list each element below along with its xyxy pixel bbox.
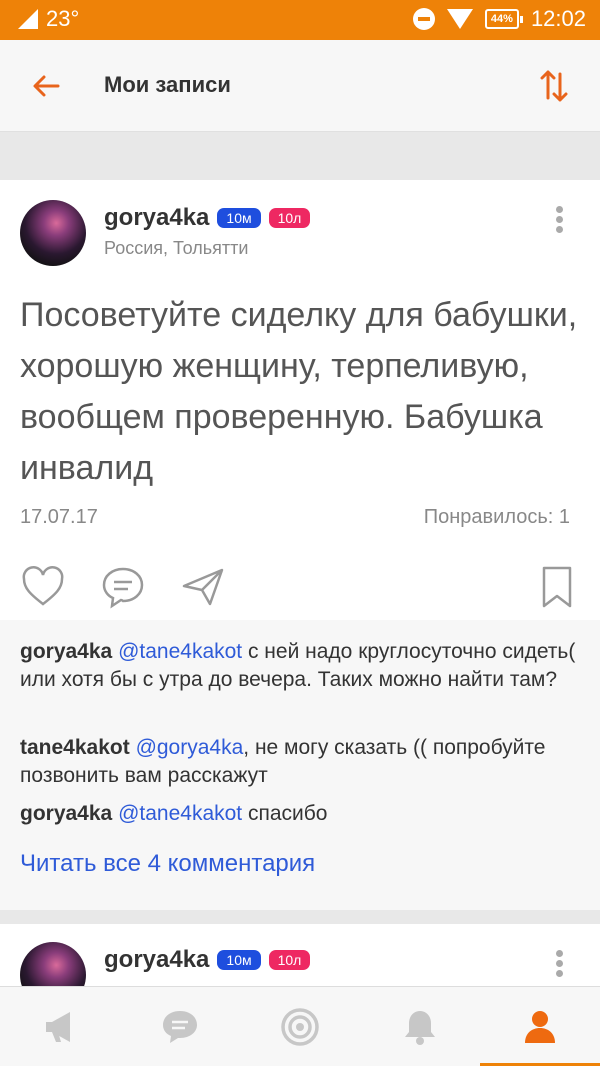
comment-mention[interactable]: @gorya4ka: [136, 736, 244, 759]
read-all-comments-link[interactable]: Читать все 4 комментария: [20, 850, 315, 878]
heart-icon[interactable]: [20, 564, 66, 610]
tab-profile[interactable]: [480, 987, 600, 1066]
badge-years: 10л: [268, 208, 311, 228]
tab-notifications[interactable]: [360, 987, 480, 1066]
do-not-disturb-icon: [412, 8, 435, 30]
comment-item[interactable]: tane4kakot @gorya4ka, не могу сказать ((…: [20, 734, 580, 790]
post-card: gorya4ka 10м 10л: [0, 924, 600, 986]
comment-mention[interactable]: @tane4kakot: [118, 640, 242, 663]
tab-feed[interactable]: [0, 987, 120, 1066]
badge-age: 10м: [217, 950, 261, 970]
comments-section: gorya4ka @tane4kakot с ней надо круглосу…: [0, 620, 600, 910]
author-location: Россия, Тольятти: [104, 238, 249, 258]
target-icon: [281, 1008, 319, 1046]
tab-messages[interactable]: [120, 987, 240, 1066]
comment-item[interactable]: gorya4ka @tane4kakot спасибо: [20, 800, 580, 828]
post-author[interactable]: gorya4ka 10м 10л: [104, 204, 311, 232]
status-bar: 23° 44% 12:02: [0, 0, 600, 40]
signal-icon: [18, 9, 38, 29]
comment-icon[interactable]: [100, 564, 146, 610]
author-name[interactable]: gorya4ka: [104, 946, 209, 974]
wifi-icon: [446, 9, 473, 29]
clock: 12:02: [530, 6, 586, 31]
comment-user[interactable]: tane4kakot: [20, 736, 130, 759]
post-author[interactable]: gorya4ka 10м 10л: [104, 946, 311, 974]
comment-user[interactable]: gorya4ka: [20, 802, 112, 825]
author-name[interactable]: gorya4ka: [104, 204, 209, 232]
page-title: Мои записи: [104, 72, 231, 97]
comment-text: спасибо: [242, 802, 328, 825]
profile-icon: [525, 1011, 555, 1043]
share-icon[interactable]: [180, 564, 226, 610]
post-date: 17.07.17: [20, 506, 98, 528]
app-bar: Мои записи: [0, 40, 600, 132]
comment-item[interactable]: gorya4ka @tane4kakot с ней надо круглосу…: [20, 638, 580, 694]
sort-icon[interactable]: [540, 68, 568, 104]
comment-mention[interactable]: @tane4kakot: [118, 802, 242, 825]
tab-discussions[interactable]: [240, 987, 360, 1066]
avatar[interactable]: [20, 200, 86, 266]
comment-user[interactable]: gorya4ka: [20, 640, 112, 663]
chat-icon: [163, 1011, 197, 1043]
post-card: gorya4ka 10м 10л Россия, Тольятти Посове…: [0, 180, 600, 620]
battery-icon: 44%: [484, 9, 523, 29]
bottom-tab-bar: [0, 986, 600, 1066]
avatar[interactable]: [20, 942, 86, 986]
megaphone-icon: [46, 1012, 70, 1042]
more-menu-icon[interactable]: [556, 950, 564, 980]
bell-icon: [405, 1011, 435, 1045]
badge-age: 10м: [217, 208, 261, 228]
temperature-text: 23°: [46, 6, 80, 31]
likes-count[interactable]: Понравилось: 1: [424, 506, 570, 529]
bookmark-icon[interactable]: [534, 564, 580, 610]
badge-years: 10л: [268, 950, 311, 970]
back-arrow-icon[interactable]: [30, 70, 62, 102]
post-text: Посоветуйте сиделку для бабушки, хорошую…: [20, 296, 578, 487]
more-menu-icon[interactable]: [556, 206, 564, 236]
